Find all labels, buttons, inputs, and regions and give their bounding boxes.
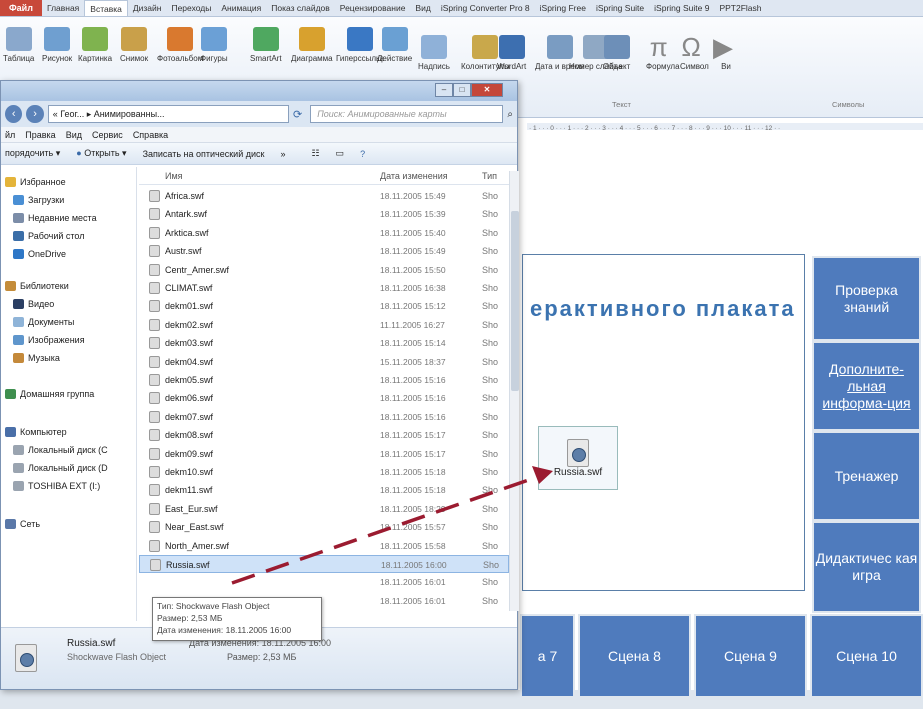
drag-arrow — [231, 466, 553, 585]
